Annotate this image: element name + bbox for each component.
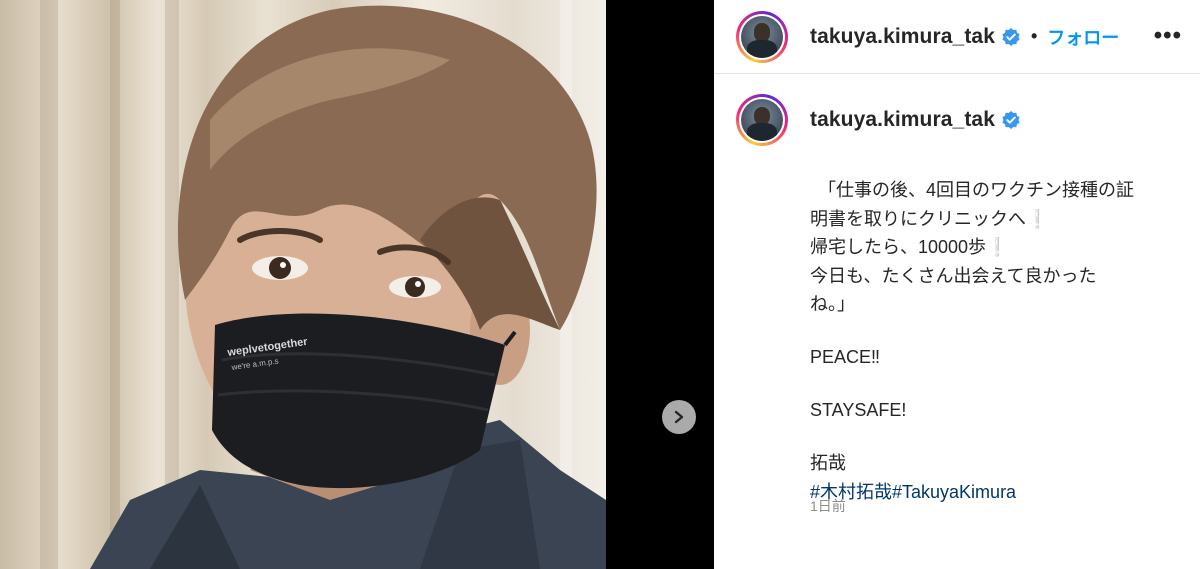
header-username[interactable]: takuya.kimura_tak [810,25,995,49]
post-header: takuya.kimura_tak • フォロー ••• [714,0,1200,74]
post-timestamp[interactable]: 1日前 [810,496,846,516]
caption-line: 明書を取りにクリニックへ❕ [810,208,1049,229]
post-media: weplvetogether we're a.m.p.s [0,0,714,569]
follow-button[interactable]: フォロー [1047,24,1119,50]
caption-username[interactable]: takuya.kimura_tak [810,108,995,132]
header-separator: • [1030,26,1038,46]
exclamation-icon: ❕ [1026,208,1049,229]
caption-line: 今日も、たくさん出会えて良かった [810,265,1097,286]
caption-block: takuya.kimura_tak [714,74,1200,146]
verified-badge-icon [1002,27,1020,46]
post-photo: weplvetogether we're a.m.p.s [0,0,606,569]
caption-line: ね。」 [810,294,855,314]
post-sidebar: takuya.kimura_tak • フォロー ••• takuya.kimu… [714,0,1200,569]
exclamation-icon: ❕ [986,237,1009,257]
hashtag-link[interactable]: #木村拓哉#TakuyaKimura [810,478,1170,507]
next-photo-button[interactable] [662,400,696,434]
caption-text: 「仕事の後、4回目のワクチン接種の証 明書を取りにクリニックへ❕ 帰宅したら、1… [810,176,1170,506]
caption-line: 「仕事の後、4回目のワクチン接種の証 [818,180,1135,200]
caption-line: 拓哉 [810,453,846,473]
caption-line: 帰宅したら、10000歩❕ [810,237,1009,257]
caption-avatar[interactable] [736,94,788,146]
more-options-icon[interactable]: ••• [1154,22,1182,50]
selfie-illustration: weplvetogether we're a.m.p.s [90,5,606,569]
avatar[interactable] [736,10,788,63]
verified-badge-icon [1002,111,1020,129]
chevron-right-icon [674,410,684,424]
caption-line: PEACE‼ [810,347,881,367]
caption-line: STAYSAFE! [810,400,907,420]
